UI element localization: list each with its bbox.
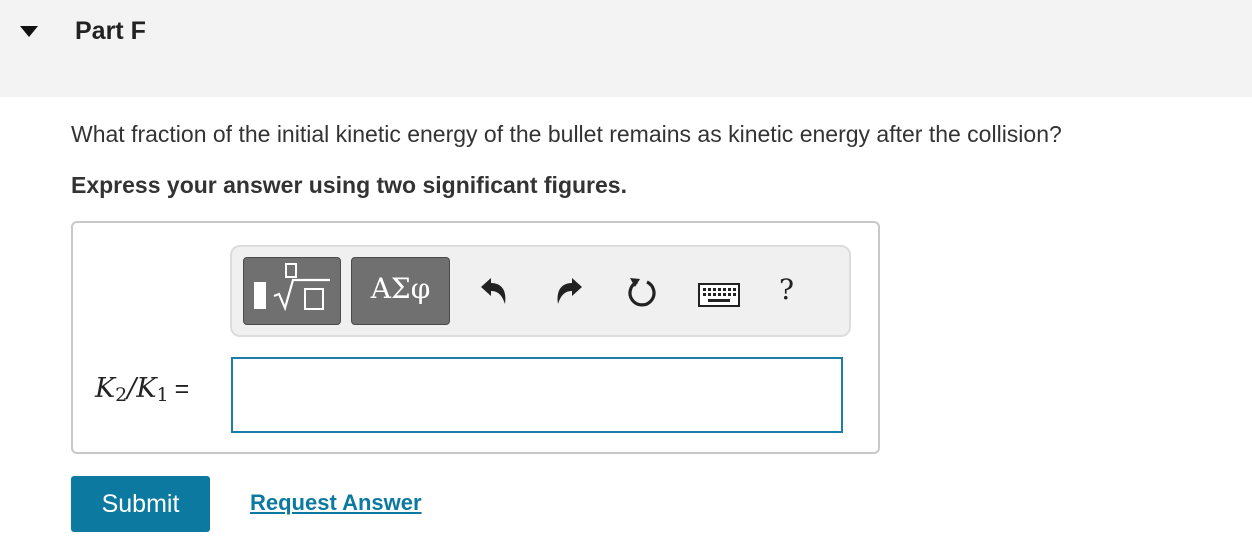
undo-icon[interactable] — [477, 275, 511, 309]
caret-down-icon[interactable] — [20, 26, 38, 37]
answer-label: K2/K1 = — [95, 373, 189, 406]
help-button[interactable]: ? — [779, 273, 794, 306]
k1-subscript: 1 — [156, 384, 169, 406]
greek-symbols-label: ΑΣφ — [370, 272, 431, 305]
k2-symbol: K — [95, 373, 116, 404]
k1-symbol: K — [136, 373, 157, 404]
templates-button[interactable] — [243, 257, 341, 325]
templates-sqrt-icon — [254, 263, 330, 312]
k2-subscript: 2 — [115, 384, 128, 406]
question-text: What fraction of the initial kinetic ene… — [71, 121, 1062, 147]
math-toolbar: ΑΣφ ? — [230, 245, 851, 337]
request-answer-link[interactable]: Request Answer — [250, 490, 422, 516]
instruction-text: Express your answer using two significan… — [71, 172, 627, 198]
redo-icon[interactable] — [552, 275, 586, 309]
part-title: Part F — [75, 17, 146, 45]
answer-input[interactable] — [231, 357, 843, 433]
part-header: Part F — [0, 0, 1252, 97]
keyboard-icon[interactable] — [698, 283, 740, 307]
greek-symbols-button[interactable]: ΑΣφ — [351, 257, 450, 325]
reset-icon[interactable] — [625, 275, 659, 309]
fraction-slash: / — [127, 373, 137, 404]
equals-sign: = — [174, 375, 190, 403]
submit-button[interactable]: Submit — [71, 476, 210, 532]
answer-box: ΑΣφ ? K2/K1 = — [71, 221, 880, 454]
